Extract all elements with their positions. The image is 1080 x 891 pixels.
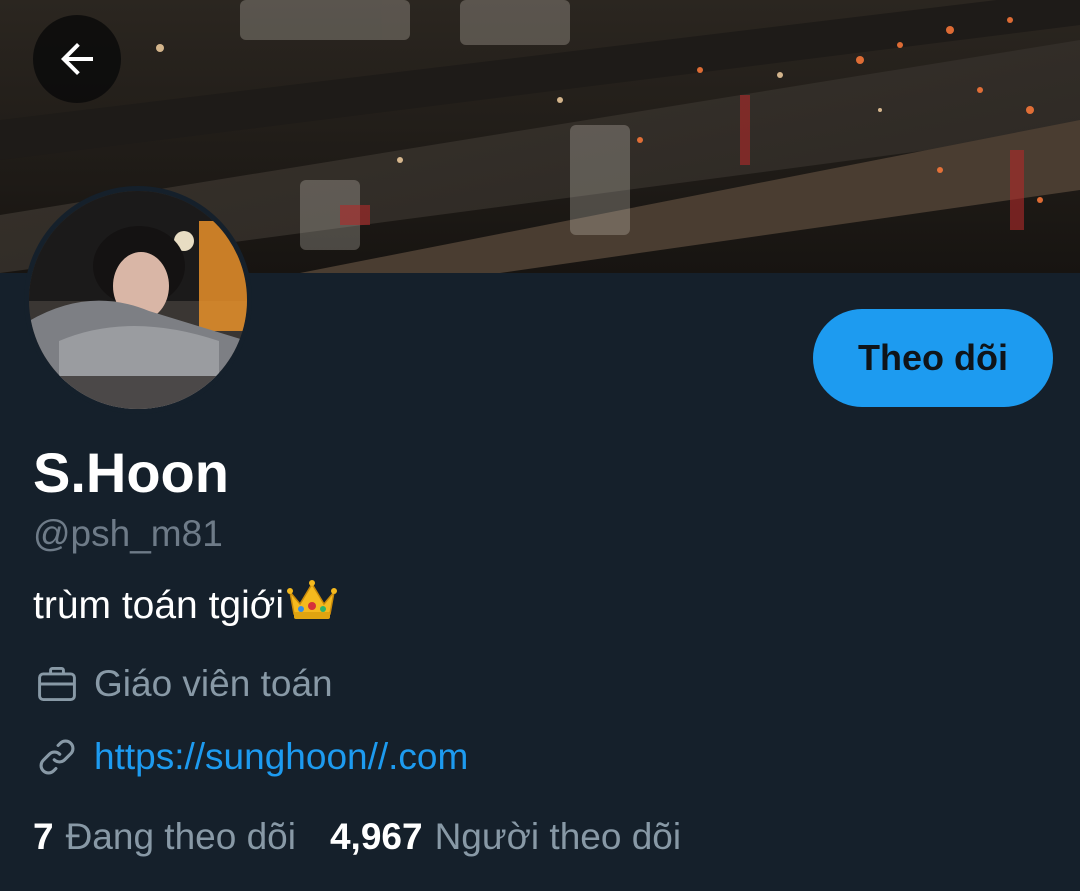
arrow-left-icon	[61, 43, 93, 75]
following-count: 7	[33, 816, 54, 857]
follow-button[interactable]: Theo dõi	[813, 309, 1053, 407]
user-handle: @psh_m81	[33, 513, 223, 554]
back-button[interactable]	[33, 15, 121, 103]
bio: trùm toán tgiới	[33, 578, 338, 634]
avatar[interactable]	[24, 186, 252, 414]
website-row: https://sunghoon//.com	[33, 733, 468, 781]
followers-stat[interactable]: 4,967 Người theo dõi	[330, 812, 681, 862]
briefcase-icon	[33, 660, 81, 708]
following-stat[interactable]: 7 Đang theo dõi	[33, 812, 296, 862]
follow-stats: 7 Đang theo dõi 4,967 Người theo dõi	[33, 812, 681, 862]
bio-text: trùm toán tgiới	[33, 584, 285, 627]
profession-row: Giáo viên toán	[33, 660, 333, 708]
followers-count: 4,967	[329, 816, 423, 857]
following-label: Đang theo dõi	[65, 816, 296, 857]
followers-label: Người theo dõi	[434, 816, 682, 857]
website-link[interactable]: https://sunghoon//.com	[94, 733, 468, 781]
link-icon	[33, 733, 81, 781]
display-name: S.Hoon	[33, 441, 229, 504]
profile-screen: Theo dõi S.Hoon @psh_m81 trùm toán tgiới	[0, 0, 1080, 891]
profession-text: Giáo viên toán	[94, 663, 333, 704]
crown-emoji-icon	[286, 578, 338, 634]
